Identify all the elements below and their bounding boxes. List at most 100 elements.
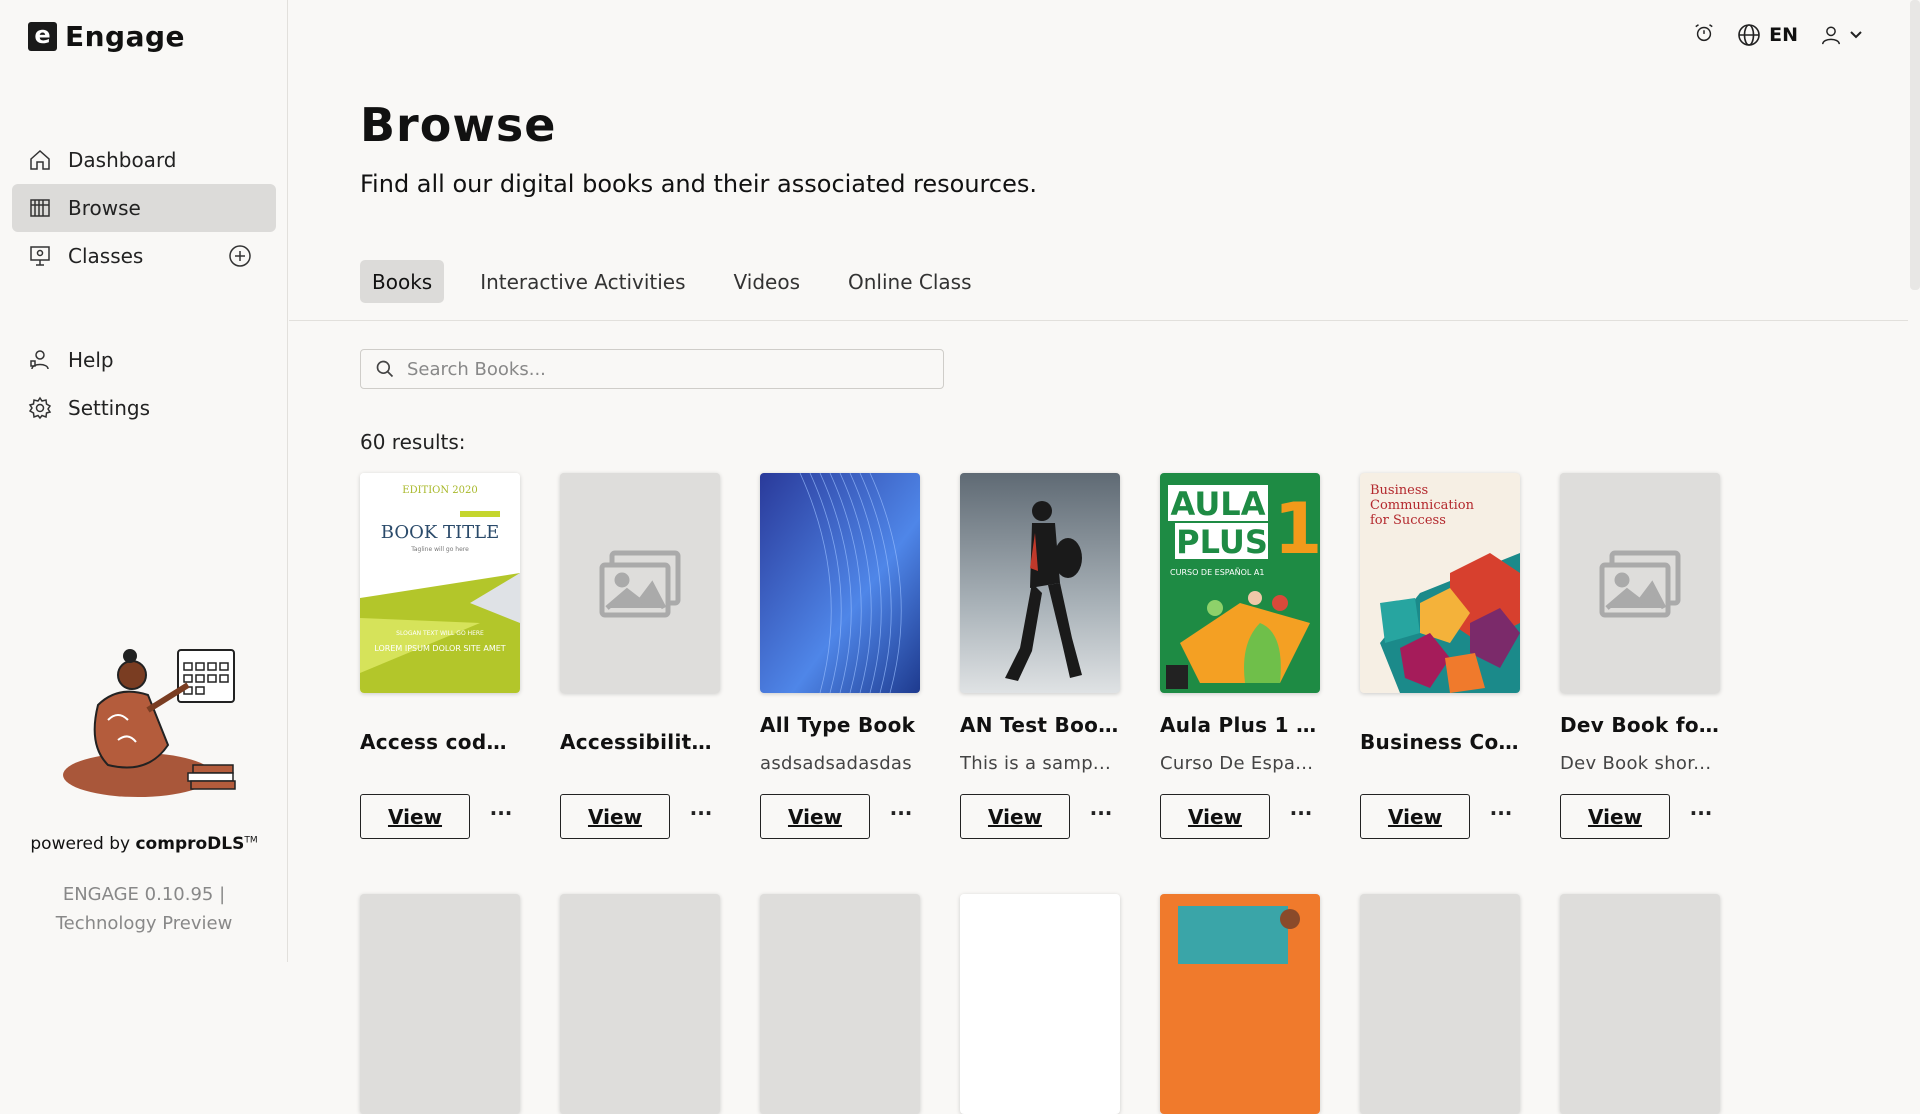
view-button[interactable]: View	[560, 794, 670, 839]
main-nav: Dashboard Browse Classes	[12, 136, 276, 280]
more-options-icon[interactable]: ···	[686, 800, 716, 830]
tab-interactive-activities[interactable]: Interactive Activities	[468, 260, 697, 303]
tab-books[interactable]: Books	[360, 260, 445, 303]
book-title[interactable]: All Type Book	[760, 713, 920, 737]
book-cover[interactable]	[1560, 473, 1720, 693]
book-cover[interactable]	[1560, 894, 1720, 1114]
page-subtitle: Find all our digital books and their ass…	[360, 170, 1037, 198]
view-button[interactable]: View	[360, 794, 470, 839]
book-cover[interactable]	[560, 894, 720, 1114]
results-count: 60 results:	[360, 430, 466, 454]
version-channel: Technology Preview	[55, 913, 233, 934]
cover-aula: AULA	[1171, 485, 1266, 523]
search-input[interactable]	[407, 358, 927, 380]
view-button[interactable]: View	[1360, 794, 1470, 839]
view-button[interactable]: View	[760, 794, 870, 839]
cover-edition: EDITION 2020	[402, 485, 477, 496]
book-title[interactable]: Aula Plus 1 (...	[1160, 713, 1320, 737]
book-title[interactable]: Business Co...	[1360, 730, 1520, 754]
search-icon	[376, 360, 394, 378]
sidebar-item-label: Dashboard	[68, 148, 177, 172]
cover-title: BOOK TITLE	[381, 522, 499, 543]
trademark: TM	[244, 835, 258, 846]
book-card: Business Communication for Success Busin…	[1360, 473, 1520, 839]
sidebar-item-browse[interactable]: Browse	[12, 184, 276, 232]
cover-business-title: Business Communication for Success	[1370, 483, 1474, 528]
more-options-icon[interactable]: ···	[1286, 800, 1316, 830]
image-placeholder-icon	[560, 473, 720, 693]
book-description: Dev Book shor...	[1560, 753, 1712, 774]
book-title[interactable]: AN Test Boo...	[960, 713, 1120, 737]
book-cover[interactable]	[1160, 894, 1320, 1114]
sidebar-item-classes[interactable]: Classes	[12, 232, 276, 280]
app-name: Engage	[65, 20, 186, 53]
cover-tagline: Tagline will go here	[410, 546, 469, 553]
gear-icon	[28, 396, 52, 420]
book-cover[interactable]	[560, 473, 720, 693]
main-content: EN Browse Find all our digital books and…	[289, 0, 1920, 1114]
classroom-icon	[28, 244, 52, 268]
add-class-icon[interactable]	[228, 244, 252, 268]
tab-online-class[interactable]: Online Class	[836, 260, 984, 303]
app-logo[interactable]: e Engage	[28, 20, 185, 53]
view-button[interactable]: View	[1560, 794, 1670, 839]
page-title: Browse	[360, 98, 557, 152]
image-placeholder-icon	[1560, 473, 1720, 693]
help-icon	[28, 348, 52, 372]
book-cover[interactable]	[360, 894, 520, 1114]
language-code: EN	[1769, 24, 1798, 46]
search-box[interactable]	[360, 349, 944, 389]
book-card: Accessibility... View ···	[560, 473, 720, 839]
book-cover[interactable]	[960, 473, 1120, 693]
cover-subtitle: CURSO DE ESPAÑOL A1	[1170, 567, 1264, 577]
sidebar-item-dashboard[interactable]: Dashboard	[12, 136, 276, 184]
user-menu[interactable]	[1820, 24, 1864, 46]
secondary-nav: Help Settings	[12, 336, 276, 432]
book-description: asdsadsadasdas	[760, 753, 912, 774]
tabs-divider	[289, 320, 1908, 321]
book-cover[interactable]: AULA PLUS 1 CURSO DE ESPAÑOL A1	[1160, 473, 1320, 693]
reading-person-illustration	[38, 625, 248, 805]
more-options-icon[interactable]: ···	[886, 800, 916, 830]
sidebar-item-help[interactable]: Help	[12, 336, 276, 384]
logo-icon: e	[28, 22, 57, 51]
powered-by: powered by comproDLSTM	[0, 834, 288, 854]
book-cover[interactable]: Business Communication for Success	[1360, 473, 1520, 693]
alarm-icon[interactable]	[1693, 22, 1715, 48]
book-title[interactable]: Accessibility...	[560, 730, 720, 754]
book-description: Curso De Espa...	[1160, 753, 1314, 774]
book-card: AULA PLUS 1 CURSO DE ESPAÑOL A1 Aula Plu…	[1160, 473, 1320, 839]
book-cover[interactable]	[760, 473, 920, 693]
language-selector[interactable]: EN	[1737, 23, 1798, 47]
view-button[interactable]: View	[960, 794, 1070, 839]
book-cover[interactable]: EDITION 2020 BOOK TITLE Tagline will go …	[360, 473, 520, 693]
version-line: ENGAGE 0.10.95 |	[62, 884, 226, 905]
more-options-icon[interactable]: ···	[1686, 800, 1716, 830]
book-cover[interactable]	[960, 894, 1120, 1114]
sidebar-item-settings[interactable]: Settings	[12, 384, 276, 432]
powered-brand: comproDLS	[135, 834, 245, 854]
book-card: AN Test Boo... This is a samp... View ··…	[960, 473, 1120, 839]
user-icon	[1822, 26, 1840, 45]
book-cover[interactable]	[1360, 894, 1520, 1114]
cover-plus: PLUS	[1176, 523, 1268, 561]
book-cover[interactable]	[760, 894, 920, 1114]
tab-videos[interactable]: Videos	[722, 260, 812, 303]
home-icon	[28, 148, 52, 172]
book-title[interactable]: Dev Book for...	[1560, 713, 1720, 737]
scrollbar[interactable]	[1910, 0, 1920, 290]
view-button[interactable]: View	[1160, 794, 1270, 839]
cover-slogan: SLOGAN TEXT WILL GO HERE	[396, 630, 484, 637]
powered-prefix: powered by	[30, 834, 136, 854]
more-options-icon[interactable]: ···	[1486, 800, 1516, 830]
more-options-icon[interactable]: ···	[486, 800, 516, 830]
book-card: EDITION 2020 BOOK TITLE Tagline will go …	[360, 473, 520, 839]
more-options-icon[interactable]: ···	[1086, 800, 1116, 830]
book-title[interactable]: Access code ...	[360, 730, 520, 754]
sidebar-item-label: Settings	[68, 396, 151, 420]
book-card: All Type Book asdsadsadasdas View ···	[760, 473, 920, 839]
sidebar-item-label: Help	[68, 348, 114, 372]
sidebar: e Engage Dashboard Browse Classes Help S…	[0, 0, 288, 962]
sidebar-item-label: Classes	[68, 244, 144, 268]
book-card: Dev Book for... Dev Book shor... View ··…	[1560, 473, 1720, 839]
